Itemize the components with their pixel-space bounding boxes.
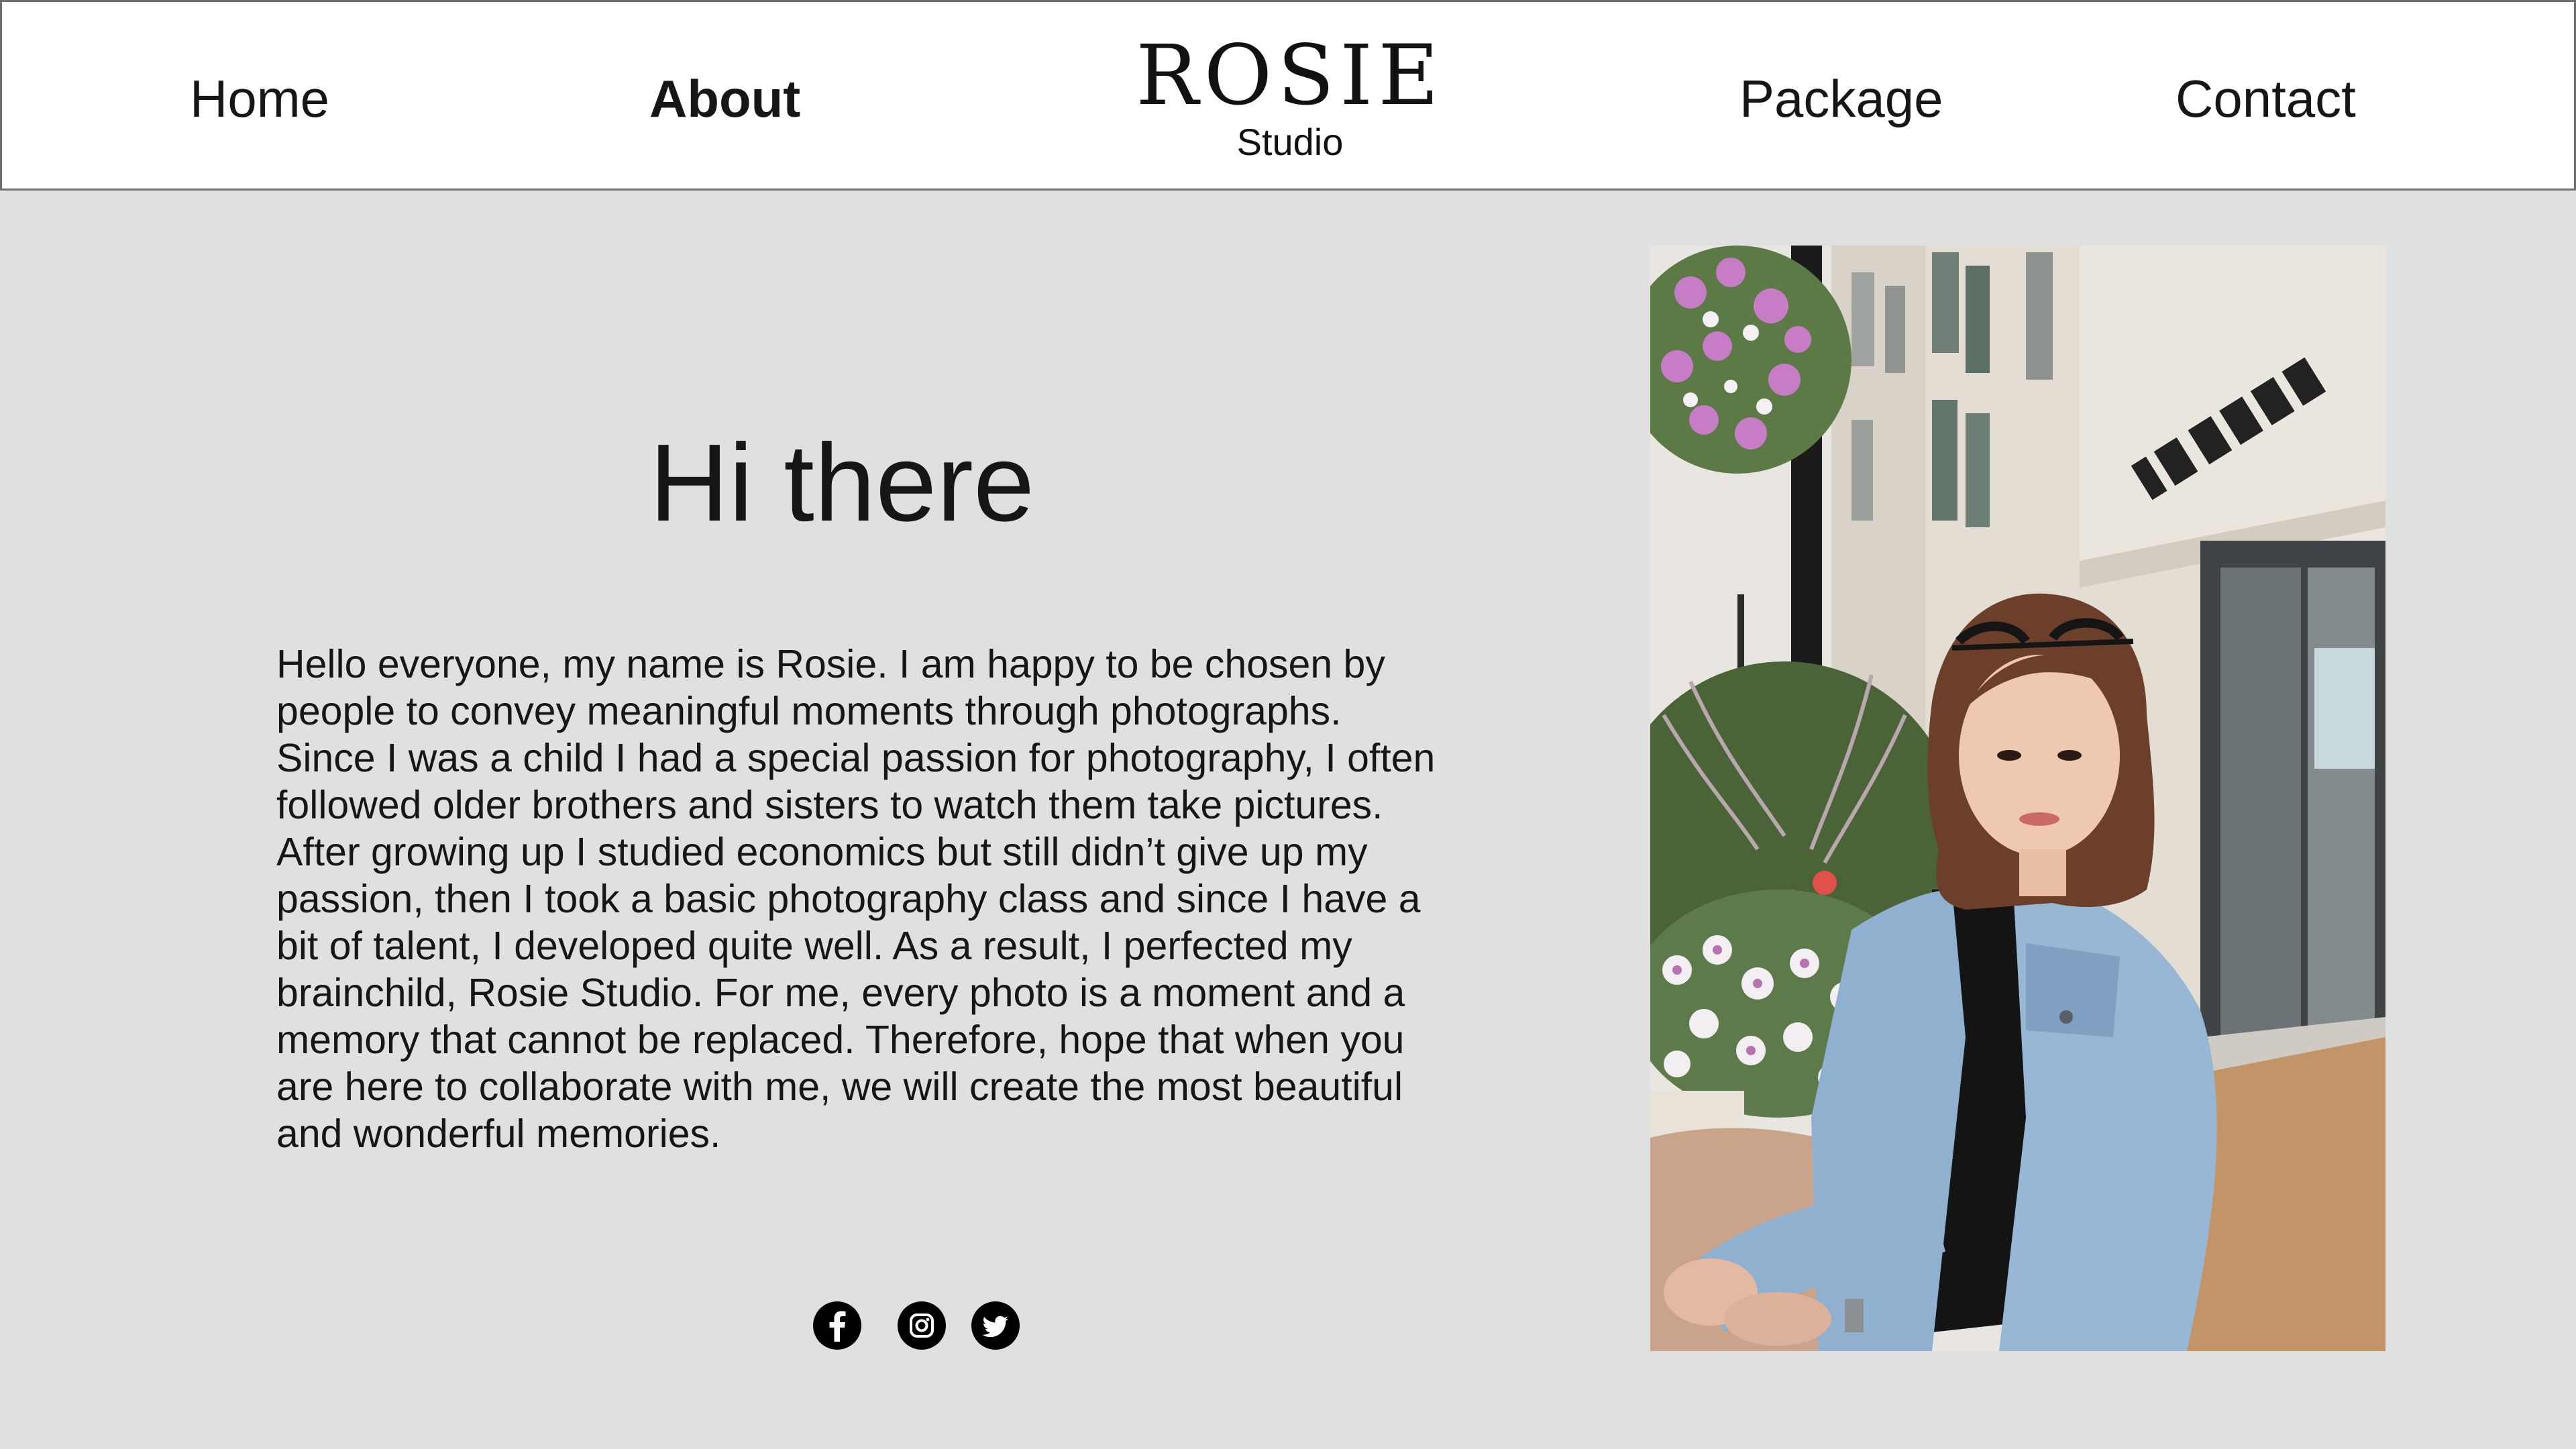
logo-subtitle: Studio [1236,121,1344,163]
page-heading: Hi there [649,421,1035,544]
portrait-photo [1650,246,2385,1351]
nav-package-link[interactable]: Package [1739,65,1943,132]
instagram-link[interactable] [898,1301,946,1350]
site-header: Home About ROSIE Studio Package Contact [0,0,2576,191]
instagram-icon [910,1313,934,1338]
nav-about-link[interactable]: About [649,65,800,132]
twitter-icon [982,1316,1008,1338]
bio-paragraph: Hello everyone, my name is Rosie. I am h… [276,642,1436,1156]
nav-home-link[interactable]: Home [190,65,329,132]
about-page: Home About ROSIE Studio Package Contact … [0,0,2576,1449]
social-links [812,1301,1026,1355]
twitter-link[interactable] [971,1301,1020,1350]
portrait-illustration [1650,246,2385,1351]
nav-contact-link[interactable]: Contact [2176,65,2356,132]
facebook-icon [829,1311,846,1342]
logo-title: ROSIE [1136,28,1444,124]
facebook-link[interactable] [813,1301,861,1350]
site-logo[interactable]: ROSIE Studio [1089,29,1491,176]
